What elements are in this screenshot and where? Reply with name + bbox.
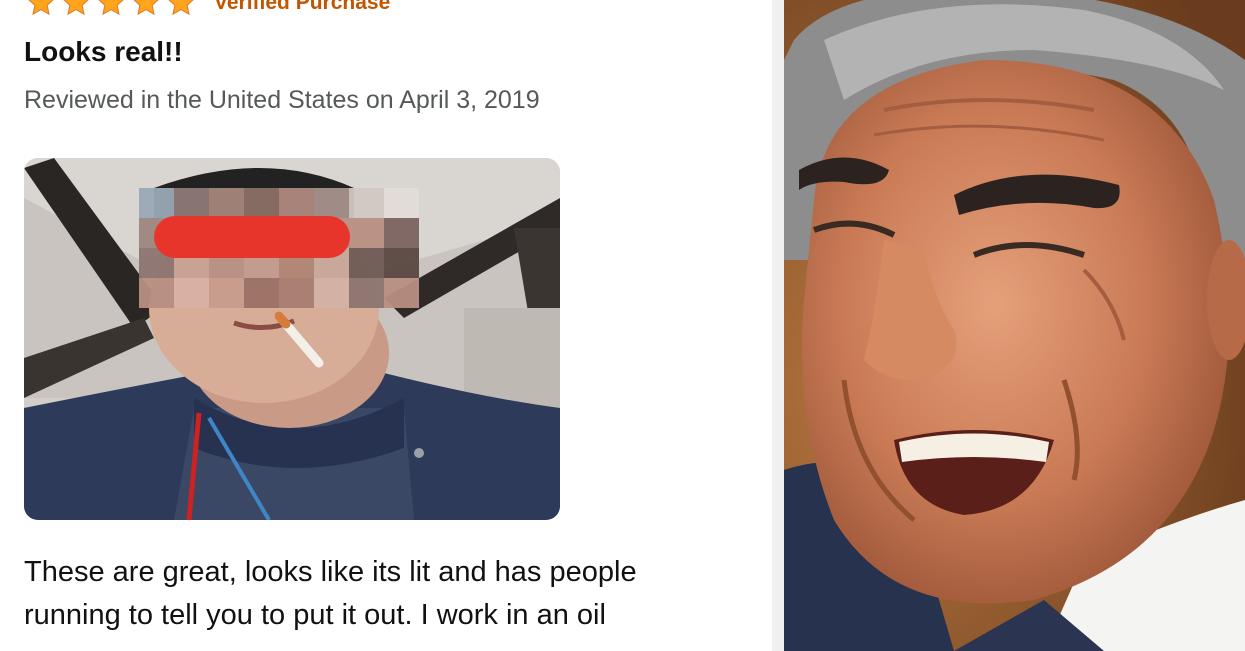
verified-purchase-badge[interactable]: Verified Purchase: [214, 0, 390, 18]
star-icon: [129, 0, 163, 18]
review-meta: Reviewed in the United States on April 3…: [24, 86, 540, 114]
review-body: These are great, looks like its lit and …: [24, 551, 772, 637]
review-card: Verified Purchase Looks real!! Reviewed …: [0, 0, 772, 651]
image-divider: [772, 0, 784, 651]
star-rating: [24, 0, 198, 18]
star-icon: [94, 0, 128, 18]
star-icon: [59, 0, 93, 18]
review-body-line: These are great, looks like its lit and …: [24, 556, 637, 588]
reaction-photo: [784, 0, 1245, 651]
star-icon: [164, 0, 198, 18]
rating-row: Verified Purchase: [24, 0, 390, 18]
review-body-line: running to tell you to put it out. I wor…: [24, 599, 606, 631]
star-icon: [24, 0, 58, 18]
review-photo[interactable]: [24, 158, 560, 520]
review-title[interactable]: Looks real!!: [24, 36, 183, 68]
